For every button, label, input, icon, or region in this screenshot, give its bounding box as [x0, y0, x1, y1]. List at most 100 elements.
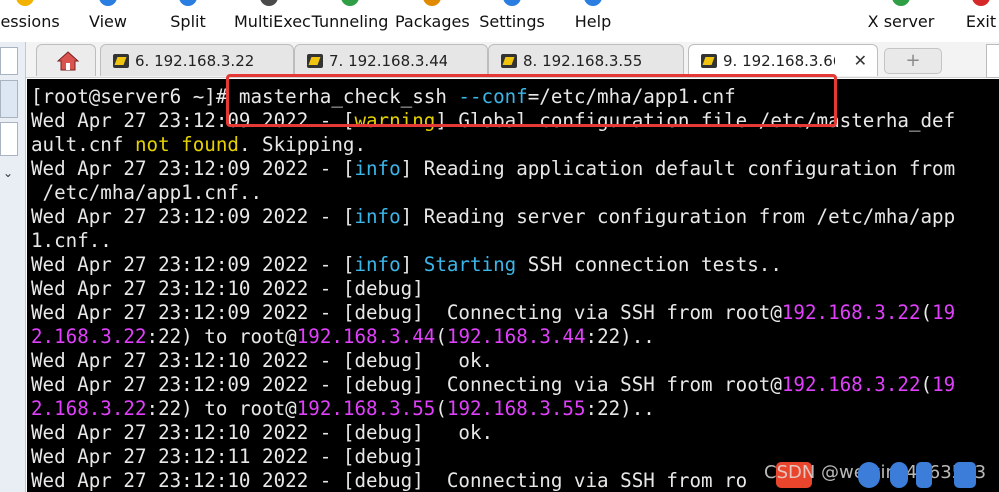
- terminal-text: not found: [134, 133, 239, 156]
- terminal-text: Wed Apr 27 23:12:09 2022 - [debug] Conne…: [31, 301, 782, 324]
- emoji-icon: [858, 462, 880, 488]
- terminal-text: (: [920, 373, 933, 396]
- terminal-text: :22) to root@: [146, 397, 297, 420]
- sidebar-field[interactable]: [0, 47, 18, 75]
- help-button[interactable]: Help: [566, 0, 620, 42]
- terminal-text: . Skipping.: [238, 133, 367, 156]
- terminal-text: Wed Apr 27 23:12:09 2022 - [: [31, 205, 355, 228]
- tab-label: 9. 192.168.3.66: [723, 52, 835, 70]
- terminal-text: Wed Apr 27 23:12:10 2022 - [debug] Conne…: [31, 469, 748, 492]
- terminal-text: Wed Apr 27 23:12:09 2022 - [: [31, 253, 355, 276]
- multiexec-label: MultiExec: [234, 12, 311, 31]
- terminal-text: 192.168.3.55: [296, 397, 436, 420]
- home-tab[interactable]: [36, 44, 96, 76]
- terminal-text: Wed Apr 27 23:12:10 2022 - [debug] ok.: [31, 421, 494, 444]
- sessions-icon: [16, 0, 34, 6]
- terminal-line: /etc/mha/app1.cnf..: [31, 181, 263, 205]
- highlight-box: [226, 74, 837, 127]
- mic-icon: [916, 462, 932, 488]
- exit-button[interactable]: Exit: [958, 0, 999, 42]
- sidebar-panel: ⌄: [0, 42, 26, 492]
- terminal-text: Wed Apr 27 23:12:11 2022 - [debug]: [31, 445, 424, 468]
- new-tab-button[interactable]: +: [884, 48, 942, 74]
- terminal-text: info: [354, 253, 401, 276]
- terminal-text: 192.168.3.22: [781, 301, 921, 324]
- terminal-text: 192.168.3.44: [446, 325, 586, 348]
- exit-icon: [972, 0, 990, 6]
- terminal-text: ] Reading application default configurat…: [400, 157, 956, 180]
- tab-session-6[interactable]: 6. 192.168.3.22: [100, 44, 294, 76]
- terminal-text: :22) to root@: [146, 325, 297, 348]
- packages-label: Packages: [395, 12, 470, 31]
- home-icon: [57, 51, 79, 71]
- terminal-line: 2.168.3.22:22) to root@192.168.3.55(192.…: [31, 397, 655, 421]
- terminal-text: Wed Apr 27 23:12:09 2022 - [debug] Conne…: [31, 373, 782, 396]
- settings-icon: [503, 0, 521, 6]
- main-toolbar: Sessions View Split MultiExec Tunneling …: [0, 0, 999, 42]
- xserver-icon: [892, 0, 910, 6]
- settings-button[interactable]: Settings: [478, 0, 546, 42]
- terminal-line: 2.168.3.22:22) to root@192.168.3.44(192.…: [31, 325, 655, 349]
- terminal-line: Wed Apr 27 23:12:10 2022 - [debug]: [31, 277, 424, 301]
- sidebar-field[interactable]: [0, 122, 18, 156]
- settings-icon: [890, 462, 908, 488]
- terminal-text: Starting: [423, 253, 517, 276]
- view-label: View: [89, 12, 127, 31]
- split-label: Split: [170, 12, 206, 31]
- grid-icon: [954, 462, 976, 488]
- window-edge: [986, 44, 999, 78]
- terminal-line: Wed Apr 27 23:12:09 2022 - [debug] Conne…: [31, 301, 955, 325]
- terminal-text: Wed Apr 27 23:12:10 2022 - [debug]: [31, 277, 424, 300]
- terminal-line: Wed Apr 27 23:12:09 2022 - [debug] Conne…: [31, 373, 955, 397]
- sidebar-selected-item[interactable]: [0, 80, 18, 118]
- terminal-text: :22)..: [585, 325, 655, 348]
- terminal-text: :22)..: [585, 397, 655, 420]
- terminal-text: 2.168.3.22: [31, 325, 147, 348]
- close-tab-icon[interactable]: ✕: [854, 51, 867, 70]
- tab-label: 6. 192.168.3.22: [135, 52, 255, 70]
- help-label: Help: [574, 12, 612, 31]
- xserver-button[interactable]: X server: [866, 0, 936, 42]
- view-icon: [99, 0, 117, 6]
- tunneling-label: Tunneling: [311, 12, 389, 31]
- view-button[interactable]: View: [80, 0, 136, 42]
- settings-label: Settings: [479, 12, 545, 31]
- terminal-line: Wed Apr 27 23:12:10 2022 - [debug] ok.: [31, 421, 493, 445]
- sessions-button[interactable]: Sessions: [0, 0, 62, 42]
- tab-session-9[interactable]: 9. 192.168.3.66 ✕: [688, 44, 878, 76]
- terminal-line: Wed Apr 27 23:12:10 2022 - [debug] ok.: [31, 349, 493, 373]
- terminal-line: Wed Apr 27 23:12:09 2022 - [info] Starti…: [31, 253, 782, 277]
- tunneling-button[interactable]: Tunneling: [310, 0, 390, 42]
- tunneling-icon: [341, 0, 359, 6]
- terminal-line: Wed Apr 27 23:12:10 2022 - [debug] Conne…: [31, 469, 747, 492]
- terminal-line: 1.cnf..: [31, 229, 112, 253]
- tab-label: 8. 192.168.3.55: [523, 52, 641, 70]
- split-button[interactable]: Split: [162, 0, 214, 42]
- terminal-line: Wed Apr 27 23:12:09 2022 - [info] Readin…: [31, 205, 955, 229]
- terminal-text: ault.cnf: [31, 133, 135, 156]
- help-icon: [584, 0, 602, 6]
- multiexec-button[interactable]: MultiExec: [234, 0, 311, 42]
- terminal-output[interactable]: [root@server6 ~]# masterha_check_ssh --c…: [27, 79, 999, 492]
- chevron-down-icon[interactable]: ⌄: [3, 166, 13, 180]
- terminal-line: ault.cnf not found. Skipping.: [31, 133, 366, 157]
- multiexec-icon: [260, 0, 278, 6]
- tab-label: 7. 192.168.3.44: [329, 52, 447, 70]
- xserver-label: X server: [867, 12, 935, 31]
- terminal-text: 192.168.3.44: [296, 325, 436, 348]
- terminal-line: Wed Apr 27 23:12:11 2022 - [debug]: [31, 445, 424, 469]
- terminal-tab-icon: [701, 54, 717, 68]
- split-icon: [179, 0, 197, 6]
- terminal-text: ] Reading server configuration from /etc…: [400, 205, 956, 228]
- sessions-label: Sessions: [0, 12, 60, 31]
- terminal-tab-icon: [307, 54, 323, 68]
- terminal-text: Wed Apr 27 23:12:09 2022 - [: [31, 157, 355, 180]
- terminal-text: info: [354, 157, 401, 180]
- packages-button[interactable]: Packages: [395, 0, 470, 42]
- terminal-text: (: [435, 397, 447, 420]
- tab-session-7[interactable]: 7. 192.168.3.44: [294, 44, 488, 76]
- terminal-tab-icon: [501, 54, 517, 68]
- terminal-line: Wed Apr 27 23:12:09 2022 - [info] Readin…: [31, 157, 955, 181]
- packages-icon: [423, 0, 441, 6]
- tab-session-8[interactable]: 8. 192.168.3.55: [488, 44, 684, 76]
